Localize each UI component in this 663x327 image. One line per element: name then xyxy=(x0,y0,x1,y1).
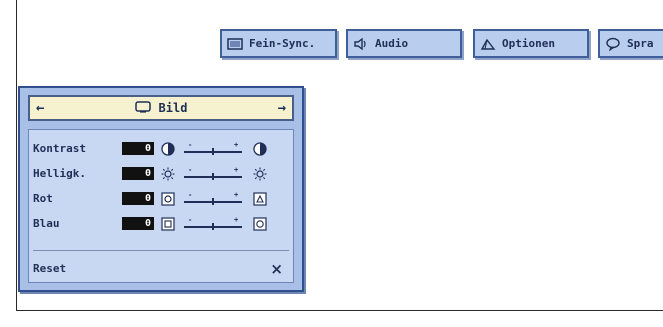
setting-label: Helligk. xyxy=(33,167,86,180)
setting-label: Blau xyxy=(33,217,60,230)
contrast-icon xyxy=(252,141,268,157)
setting-row-helligkeit[interactable]: Helligk. 0 - + xyxy=(33,165,289,183)
setting-slider[interactable]: - + xyxy=(184,216,242,232)
tab-label: Fein-Sync. xyxy=(249,37,316,50)
slider-max-label: + xyxy=(234,191,238,199)
brightness-icon xyxy=(252,166,268,182)
contrast-icon xyxy=(160,141,176,157)
close-icon[interactable]: × xyxy=(270,260,283,278)
setting-value: 0 xyxy=(122,142,154,155)
setting-row-blau[interactable]: Blau 0 - + xyxy=(33,215,289,233)
slider-max-label: + xyxy=(234,216,238,224)
divider xyxy=(33,250,289,251)
picture-menu: ← Bild → Kontrast 0 - + Helligk. 0 - + R… xyxy=(18,86,304,292)
tab-optionen[interactable]: Optionen xyxy=(473,29,589,58)
setting-value: 0 xyxy=(122,192,154,205)
setting-slider[interactable]: - + xyxy=(184,191,242,207)
slider-max-label: + xyxy=(234,166,238,174)
fine-sync-icon xyxy=(227,37,243,51)
tab-fein-sync[interactable]: Fein-Sync. xyxy=(220,29,337,58)
tab-sprache[interactable]: Spra xyxy=(598,29,663,58)
blue-icon xyxy=(252,216,268,232)
menu-title-bar: ← Bild → xyxy=(28,95,294,121)
reset-label: Reset xyxy=(33,262,67,275)
slider-max-label: + xyxy=(234,141,238,149)
red-icon xyxy=(160,191,176,207)
slider-min-label: - xyxy=(188,191,192,199)
monitor-icon xyxy=(134,100,151,116)
setting-row-kontrast[interactable]: Kontrast 0 - + xyxy=(33,140,289,158)
setting-label: Kontrast xyxy=(33,142,86,155)
tab-audio[interactable]: Audio xyxy=(346,29,462,58)
setting-value: 0 xyxy=(122,217,154,230)
tab-label: Audio xyxy=(375,37,409,50)
menu-title-label: Bild xyxy=(158,101,188,115)
right-arrow-icon[interactable]: → xyxy=(278,101,286,115)
options-icon xyxy=(480,37,496,51)
slider-min-label: - xyxy=(188,216,192,224)
reset-row[interactable]: Reset × xyxy=(33,260,289,278)
slider-min-label: - xyxy=(188,141,192,149)
brightness-icon xyxy=(160,166,176,182)
left-arrow-icon[interactable]: ← xyxy=(36,101,44,115)
setting-slider[interactable]: - + xyxy=(184,141,242,157)
tab-label: Optionen xyxy=(502,37,555,50)
setting-row-rot[interactable]: Rot 0 - + xyxy=(33,190,289,208)
settings-panel: Kontrast 0 - + Helligk. 0 - + Rot 0 - + … xyxy=(28,129,294,283)
menu-title: Bild xyxy=(134,100,188,116)
red-icon xyxy=(252,191,268,207)
language-bubble-icon xyxy=(605,37,621,51)
tab-label: Spra xyxy=(627,37,654,50)
blue-icon xyxy=(160,216,176,232)
setting-slider[interactable]: - + xyxy=(184,166,242,182)
setting-label: Rot xyxy=(33,192,53,205)
slider-min-label: - xyxy=(188,166,192,174)
setting-value: 0 xyxy=(122,167,154,180)
speaker-icon xyxy=(353,37,369,51)
